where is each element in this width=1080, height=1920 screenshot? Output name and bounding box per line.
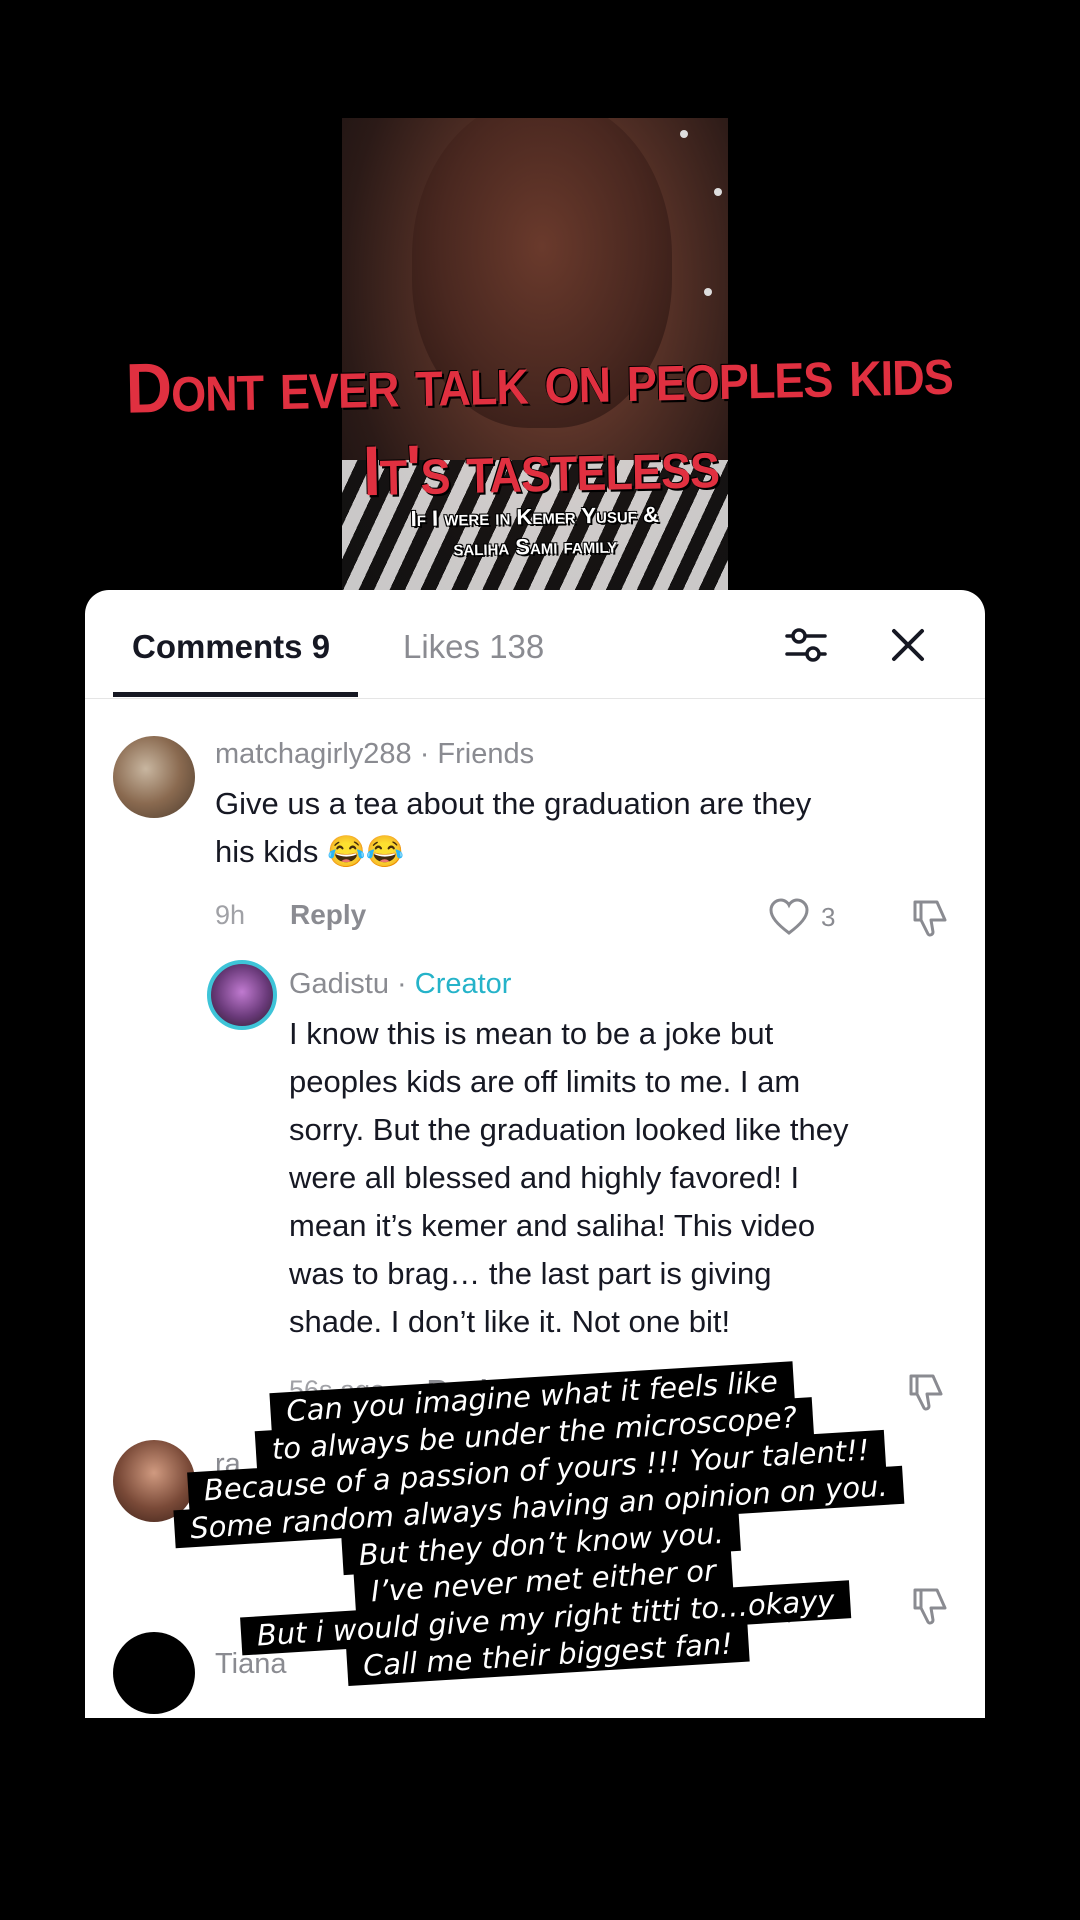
avatar[interactable] [113,736,195,818]
tab-comments[interactable]: Comments 9 [132,628,330,666]
reply-username[interactable]: Gadistu · Creator [289,968,511,1001]
close-icon[interactable] [885,622,931,668]
tab-bar: Comments 9 Likes 138 [85,590,985,699]
heart-icon[interactable] [767,896,811,940]
comment-text: Give us a tea about the graduation are t… [215,780,955,876]
active-tab-indicator [113,692,358,697]
comment-username[interactable]: matchagirly288 · Friends [215,738,534,771]
reply-text: I know this is mean to be a joke but peo… [289,1010,969,1346]
username[interactable]: matchagirly288 [215,738,412,770]
video-caption-overlay: Can you imagine what it feels like to al… [142,1354,939,1696]
username[interactable]: Gadistu [289,968,389,1000]
light-dot [680,130,688,138]
video-headline: Dont ever talk on peoples kids It's tast… [58,324,1021,522]
thumbs-down-icon[interactable] [907,896,951,940]
creator-avatar[interactable] [207,960,277,1030]
reply-text-line: peoples kids are off limits to me. I am [289,1064,801,1099]
comment-text-line: his kids 😂😂 [215,834,405,869]
filter-sliders-icon[interactable] [783,622,829,668]
comment-time: 9h [215,900,246,930]
friends-badge: · Friends [419,738,535,770]
reply-text-line: I know this is mean to be a joke but [289,1016,774,1051]
reply-button[interactable]: Reply [290,899,366,931]
reply-text-line: were all blessed and highly favored! I [289,1160,800,1195]
reply-text-line: mean it’s kemer and saliha! This video [289,1208,816,1243]
comment-text-line: Give us a tea about the graduation are t… [215,786,812,821]
like-count: 3 [821,902,836,932]
light-dot [704,288,712,296]
creator-badge: Creator [414,968,512,1000]
light-dot [714,188,722,196]
reply-text-line: was to brag… the last part is giving [289,1256,772,1291]
reply-text-line: shade. I don’t like it. Not one bit! [289,1304,731,1339]
separator: · [397,968,407,1000]
video-subheadline: If I were in Kemer Yusuf & saliha Sami f… [342,499,729,566]
reply-text-line: sorry. But the graduation looked like th… [289,1112,849,1147]
tab-likes[interactable]: Likes 138 [403,628,544,666]
